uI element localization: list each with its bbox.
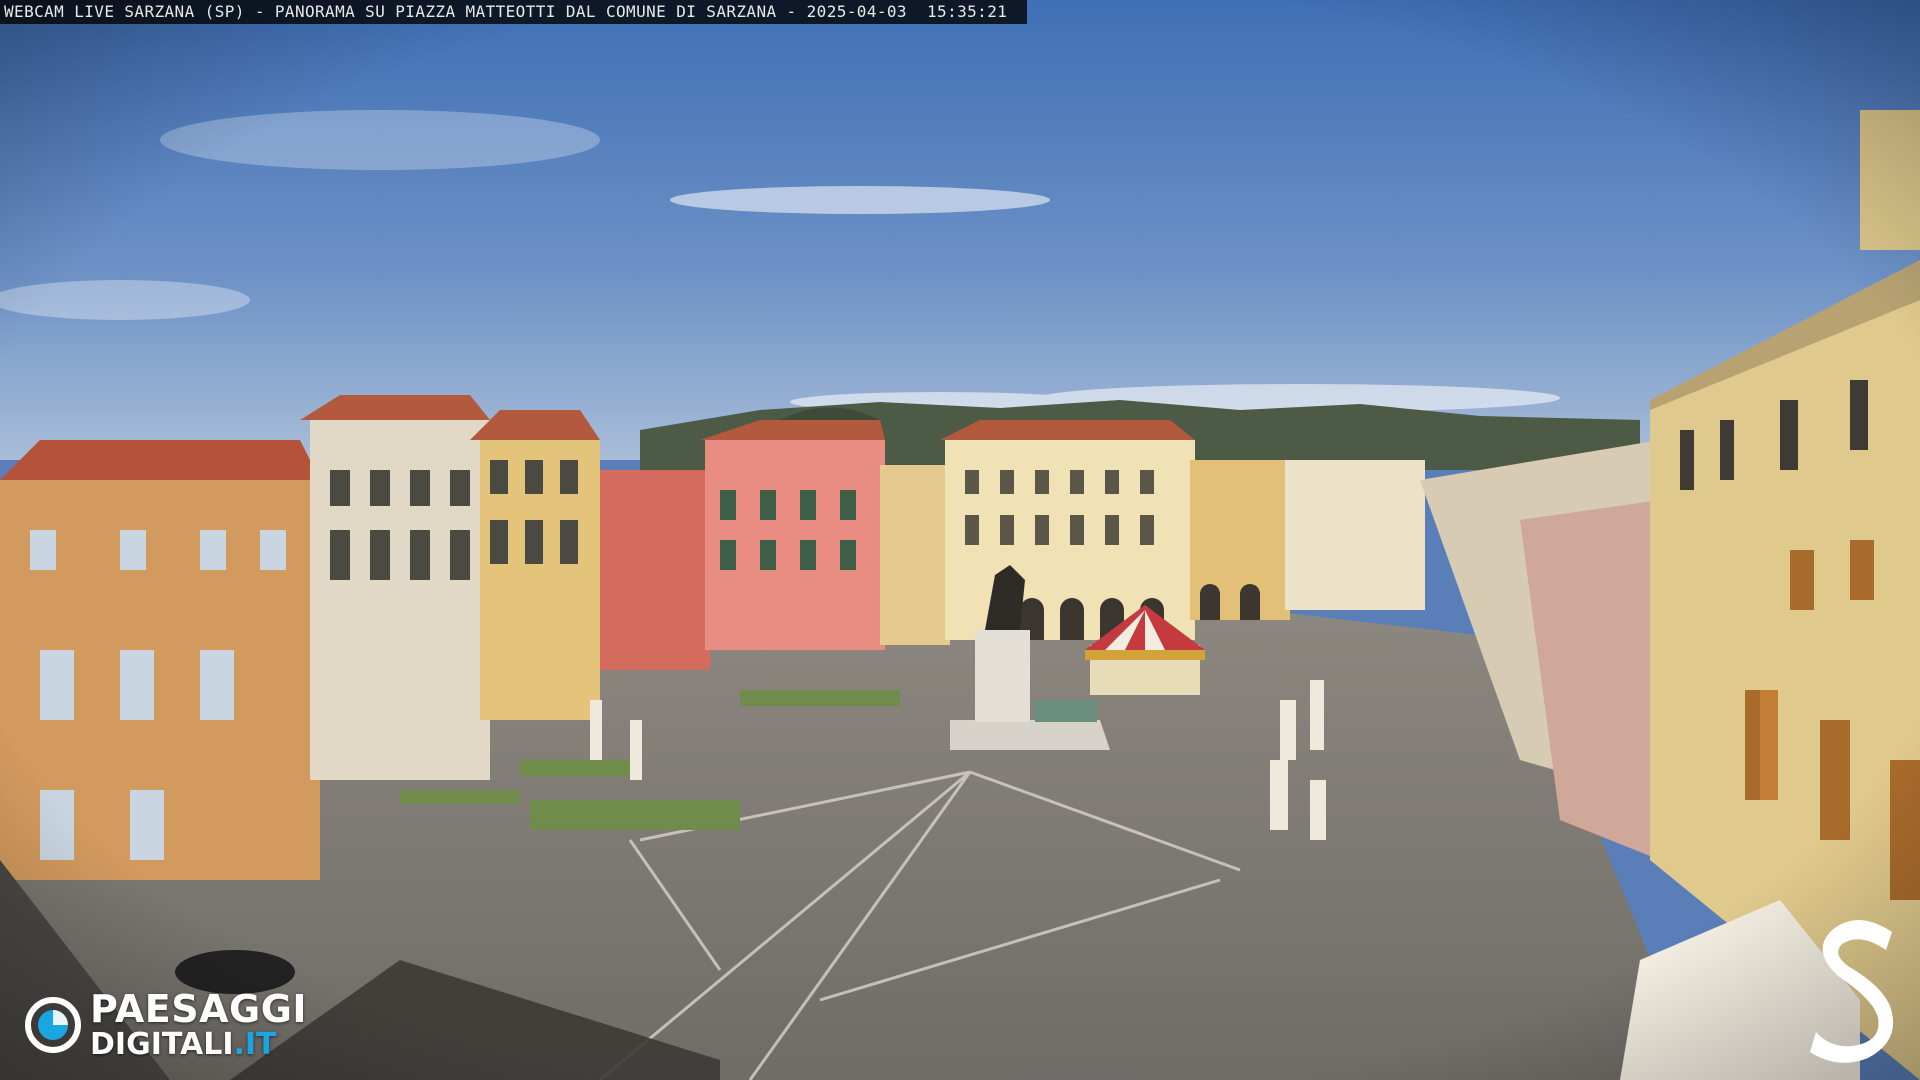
brand-line2-suffix: .IT	[233, 1027, 277, 1062]
webcam-scene	[0, 0, 1920, 1080]
paesaggi-digitali-logo: PAESAGGI DIGITALI.IT	[24, 990, 307, 1060]
brand-line2: DIGITALI.IT	[90, 1030, 307, 1060]
brand-line1: PAESAGGI	[90, 987, 308, 1031]
s-letter-logo-icon	[1808, 914, 1904, 1064]
webcam-title-overlay: WEBCAM LIVE SARZANA (SP) - PANORAMA SU P…	[0, 0, 1028, 24]
camera-lens-icon	[24, 996, 82, 1054]
brand-line2-main: DIGITALI	[90, 1027, 234, 1062]
